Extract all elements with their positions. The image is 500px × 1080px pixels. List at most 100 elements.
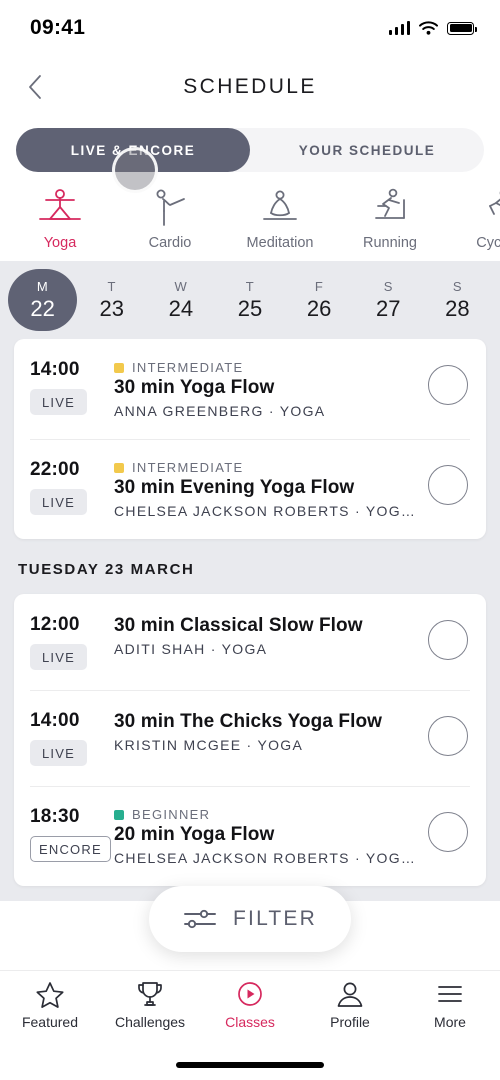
class-select-circle[interactable] (428, 716, 468, 756)
tab-more[interactable]: More (400, 981, 500, 1030)
class-info: 30 min Classical Slow Flow ADITI SHAH · … (114, 614, 422, 657)
play-circle-icon (238, 982, 262, 1006)
class-info: INTERMEDIATE 30 min Evening Yoga Flow CH… (114, 459, 422, 519)
date-dow: W (174, 278, 188, 294)
class-title: 30 min Evening Yoga Flow (114, 477, 355, 498)
date-dow: F (314, 278, 324, 294)
tab-your-schedule[interactable]: YOUR SCHEDULE (250, 128, 484, 172)
class-select-circle[interactable] (428, 620, 468, 660)
person-icon (337, 982, 363, 1007)
date-dow: S (452, 278, 462, 294)
status-badge: LIVE (30, 740, 87, 766)
class-title: 20 min Yoga Flow (114, 824, 275, 845)
category-cardio[interactable]: Cardio (136, 188, 204, 251)
date-item-24[interactable]: W 24 (146, 269, 215, 331)
category-cycling[interactable]: Cycling (466, 188, 500, 251)
date-item-27[interactable]: S 27 (354, 269, 423, 331)
cycling-icon (489, 191, 500, 215)
chevron-left-icon (29, 75, 41, 99)
page-title: SCHEDULE (183, 75, 317, 98)
difficulty-row: BEGINNER (114, 807, 422, 822)
trophy-icon (138, 982, 162, 1006)
class-info: 30 min The Chicks Yoga Flow KRISTIN MCGE… (114, 710, 422, 753)
category-label: Running (362, 235, 417, 251)
category-meditation[interactable]: Meditation (246, 188, 314, 251)
date-item-26[interactable]: F 26 (285, 269, 354, 331)
cardio-icon (156, 189, 185, 226)
tab-challenges[interactable]: Challenges (100, 981, 200, 1030)
wifi-icon (419, 21, 438, 35)
class-row[interactable]: 18:30 ENCORE BEGINNER 20 min Yoga Flow C… (14, 786, 486, 886)
class-info: INTERMEDIATE 30 min Yoga Flow ANNA GREEN… (114, 359, 422, 419)
class-title: 30 min Yoga Flow (114, 377, 275, 398)
class-time: 14:00 (30, 359, 80, 380)
date-item-22[interactable]: M 22 (8, 269, 78, 331)
date-number: 27 (376, 295, 401, 321)
date-dow: T (107, 278, 116, 294)
class-select-circle[interactable] (428, 812, 468, 852)
class-row[interactable]: 14:00 LIVE 30 min The Chicks Yoga Flow K… (14, 690, 486, 786)
status-badge: ENCORE (30, 836, 111, 862)
class-time: 22:00 (30, 459, 80, 480)
category-label: Meditation (246, 235, 314, 251)
class-time-block: 14:00 LIVE (30, 359, 114, 415)
tab-classes[interactable]: Classes (200, 981, 300, 1030)
sliders-icon (184, 909, 216, 929)
meditation-icon (263, 190, 297, 220)
class-row[interactable]: 22:00 LIVE INTERMEDIATE 30 min Evening Y… (14, 439, 486, 539)
star-icon (36, 982, 64, 1008)
class-time: 14:00 (30, 710, 80, 731)
category-label: Cardio (148, 235, 192, 251)
class-time-block: 14:00 LIVE (30, 710, 114, 766)
filter-button[interactable]: FILTER (149, 886, 351, 952)
difficulty-row: INTERMEDIATE (114, 460, 422, 475)
class-title: 30 min The Chicks Yoga Flow (114, 711, 383, 732)
class-info: BEGINNER 20 min Yoga Flow CHELSEA JACKSO… (114, 806, 422, 866)
class-title: 30 min Classical Slow Flow (114, 615, 363, 636)
back-button[interactable] (18, 70, 52, 104)
date-strip[interactable]: M 22 T 23 W 24 T 25 F 26 S 27 S 28 (0, 261, 500, 339)
date-item-25[interactable]: T 25 (215, 269, 284, 331)
yoga-icon (39, 189, 81, 220)
date-number: 28 (445, 295, 470, 321)
tab-profile[interactable]: Profile (300, 981, 400, 1030)
class-select-circle[interactable] (428, 365, 468, 405)
class-time: 18:30 (30, 806, 80, 827)
class-row[interactable]: 12:00 LIVE 30 min Classical Slow Flow AD… (14, 594, 486, 690)
class-card-monday: 14:00 LIVE INTERMEDIATE 30 min Yoga Flow… (14, 339, 486, 539)
category-label: Cycling (476, 235, 500, 251)
class-card-tuesday: 12:00 LIVE 30 min Classical Slow Flow AD… (14, 594, 486, 886)
class-meta: ANNA GREENBERG · YOGA (114, 403, 326, 419)
section-header-tuesday: TUESDAY 23 MARCH (18, 561, 195, 578)
category-scroller[interactable]: Yoga Cardio Meditation Running Cyc (0, 172, 500, 261)
difficulty-label: BEGINNER (132, 807, 211, 822)
tab-label: Profile (330, 1014, 370, 1030)
status-icons (388, 21, 477, 35)
difficulty-dot (114, 362, 124, 373)
class-select-circle[interactable] (428, 465, 468, 505)
class-row[interactable]: 14:00 LIVE INTERMEDIATE 30 min Yoga Flow… (14, 339, 486, 439)
date-number: 25 (237, 295, 263, 321)
date-dow: S (383, 278, 393, 294)
date-dow: M (36, 278, 49, 294)
home-indicator (176, 1062, 324, 1068)
class-time-block: 12:00 LIVE (30, 614, 114, 670)
difficulty-label: INTERMEDIATE (132, 360, 244, 375)
date-number: 26 (306, 295, 332, 321)
class-list[interactable]: 14:00 LIVE INTERMEDIATE 30 min Yoga Flow… (0, 339, 500, 901)
tab-featured[interactable]: Featured (0, 981, 100, 1030)
category-yoga[interactable]: Yoga (26, 188, 94, 251)
date-item-28[interactable]: S 28 (423, 269, 492, 331)
category-running[interactable]: Running (356, 188, 424, 251)
hamburger-icon (438, 986, 462, 1002)
date-item-23[interactable]: T 23 (77, 269, 146, 331)
status-badge: LIVE (30, 489, 87, 515)
class-meta: CHELSEA JACKSON ROBERTS · YOG… (114, 503, 417, 519)
header: SCHEDULE (0, 56, 500, 118)
status-badge: LIVE (30, 644, 87, 670)
class-time: 12:00 (30, 614, 80, 635)
date-number: 22 (30, 295, 55, 321)
running-icon (375, 188, 405, 219)
status-time: 09:41 (30, 16, 86, 39)
tab-live-and-encore[interactable]: LIVE & ENCORE (16, 128, 250, 172)
